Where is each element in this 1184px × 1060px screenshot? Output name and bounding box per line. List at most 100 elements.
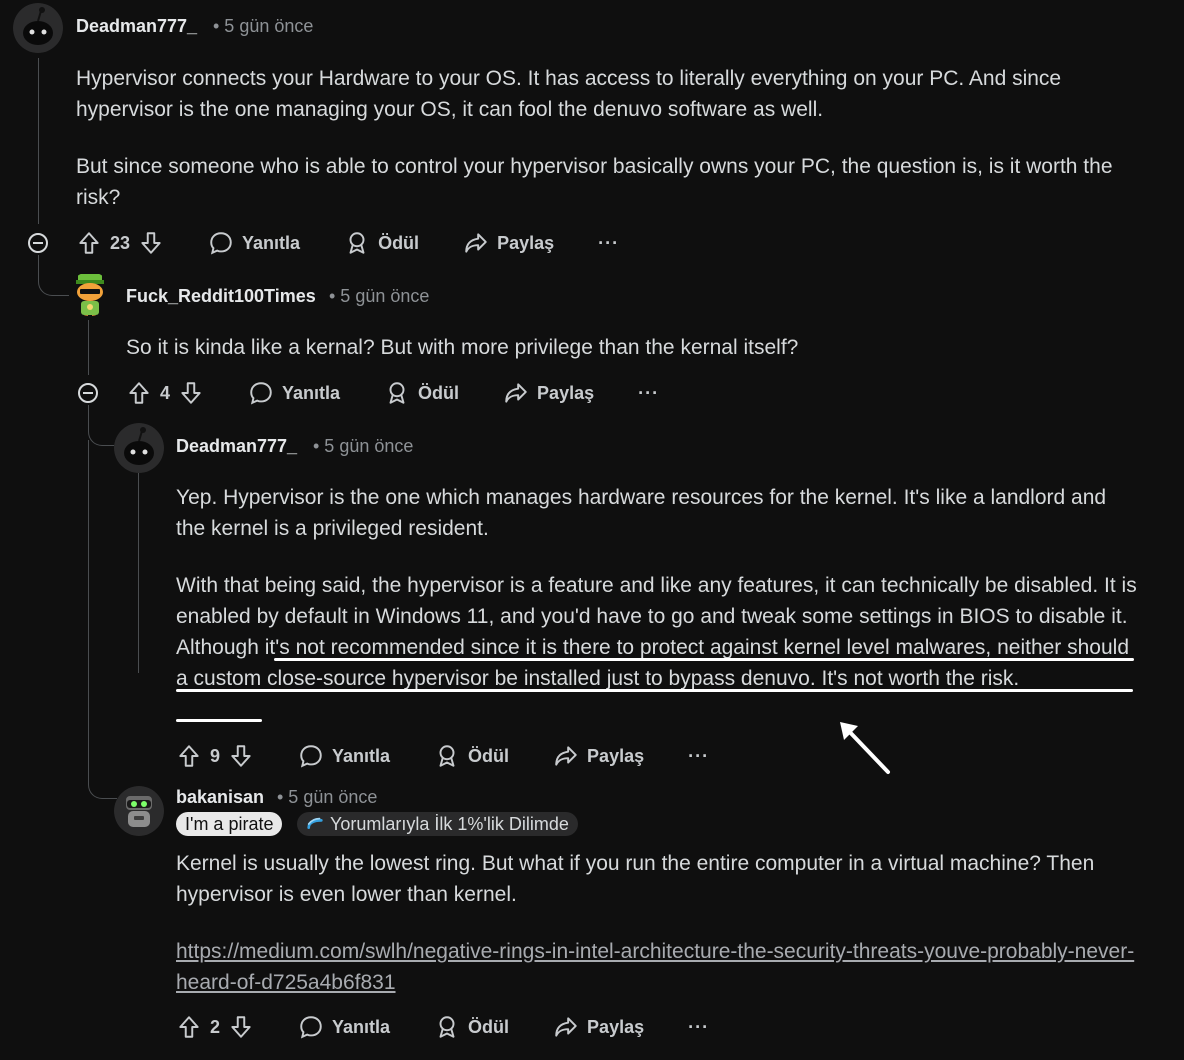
reply-icon bbox=[300, 1016, 322, 1039]
more-options-button[interactable]: ··· bbox=[638, 383, 659, 404]
thread-elbow-3 bbox=[88, 440, 117, 799]
comment-paragraph: Yep. Hypervisor is the one which manages… bbox=[176, 486, 1107, 540]
award-icon bbox=[389, 382, 405, 404]
username[interactable]: Deadman777_ bbox=[176, 436, 297, 457]
timestamp: • 5 gün önce bbox=[329, 286, 430, 306]
snoo-avatar-icon bbox=[76, 274, 104, 316]
comment-paragraph: Hypervisor connects your Hardware to you… bbox=[76, 67, 1062, 121]
achievement-badge[interactable]: Yorumlarıyla İlk 1%'lik Dilimde bbox=[297, 812, 578, 836]
robot-avatar-icon bbox=[114, 786, 164, 836]
reply-icon bbox=[300, 745, 322, 768]
timestamp: • 5 gün önce bbox=[277, 787, 378, 807]
reply-label: Yanıtla bbox=[282, 382, 341, 403]
upvote-icon[interactable] bbox=[176, 743, 202, 769]
snoo-avatar-icon bbox=[13, 3, 63, 53]
award-button[interactable]: Ödül bbox=[434, 743, 509, 769]
reply-label: Yanıtla bbox=[242, 232, 301, 253]
reply-label: Yanıtla bbox=[332, 1016, 391, 1037]
comment-paragraph: So it is kinda like a kernal? But with m… bbox=[126, 336, 799, 359]
share-icon bbox=[555, 746, 577, 766]
award-button[interactable]: Ödül bbox=[384, 380, 459, 406]
avatar[interactable] bbox=[13, 3, 63, 53]
share-label: Paylaş bbox=[587, 745, 645, 766]
vote-count: 2 bbox=[210, 1016, 221, 1037]
user-flair: I'm a pirate bbox=[176, 812, 283, 836]
achievement-label: Yorumlarıyla İlk 1%'lik Dilimde bbox=[330, 814, 569, 834]
more-options-button[interactable]: ··· bbox=[688, 746, 709, 767]
avatar[interactable] bbox=[68, 272, 112, 316]
comment-actions: 4 Yanıtla Ödül Paylaş ··· bbox=[126, 377, 659, 409]
vote-count: 9 bbox=[210, 745, 221, 766]
award-icon bbox=[439, 745, 455, 767]
award-icon bbox=[349, 232, 365, 254]
avatar[interactable] bbox=[114, 786, 164, 836]
username[interactable]: Deadman777_ bbox=[76, 16, 197, 37]
avatar[interactable] bbox=[114, 423, 164, 473]
annotation-underline bbox=[176, 689, 1133, 692]
comment-paragraph: https://medium.com/swlh/negative-rings-i… bbox=[176, 936, 1141, 998]
downvote-icon[interactable] bbox=[178, 380, 204, 406]
timestamp: • 5 gün önce bbox=[213, 16, 314, 36]
comment-body: Kernel is usually the lowest ring. But w… bbox=[176, 848, 1141, 998]
award-label: Ödül bbox=[418, 382, 460, 403]
thread-line-2 bbox=[88, 320, 89, 375]
award-label: Ödül bbox=[468, 745, 510, 766]
thread-line-3 bbox=[138, 473, 139, 673]
share-icon bbox=[505, 383, 527, 403]
collapse-thread-button[interactable] bbox=[28, 233, 48, 253]
downvote-icon[interactable] bbox=[138, 230, 164, 256]
share-icon bbox=[555, 1017, 577, 1037]
share-icon bbox=[465, 233, 487, 253]
share-button[interactable]: Paylaş bbox=[553, 1014, 644, 1040]
comment-paragraph: But since someone who is able to control… bbox=[76, 155, 1113, 209]
thread-line-1 bbox=[38, 58, 39, 224]
more-options-button[interactable]: ··· bbox=[598, 233, 619, 254]
share-label: Paylaş bbox=[497, 232, 555, 253]
annotation-underline bbox=[176, 719, 262, 722]
award-icon bbox=[439, 1016, 455, 1038]
vote-group: 2 bbox=[176, 1014, 254, 1040]
reply-label: Yanıtla bbox=[332, 745, 391, 766]
comment-actions: 2 Yanıtla Ödül Paylaş ··· bbox=[176, 1011, 709, 1043]
reply-button[interactable]: Yanıtla bbox=[248, 380, 340, 406]
upvote-icon[interactable] bbox=[176, 1014, 202, 1040]
comment-paragraph: Kernel is usually the lowest ring. But w… bbox=[176, 852, 1095, 906]
username[interactable]: bakanisan bbox=[176, 787, 264, 808]
award-label: Ödül bbox=[468, 1016, 510, 1037]
more-options-button[interactable]: ··· bbox=[688, 1017, 709, 1038]
username[interactable]: Fuck_Reddit100Times bbox=[126, 286, 316, 307]
collapse-thread-button[interactable] bbox=[78, 383, 98, 403]
reply-icon bbox=[250, 382, 272, 405]
annotation-arrow-icon bbox=[840, 722, 890, 774]
comment-paragraph: With that being said, the hypervisor is … bbox=[176, 574, 1137, 690]
comment-body: Yep. Hypervisor is the one which manages… bbox=[176, 482, 1141, 694]
reply-icon bbox=[210, 232, 232, 255]
reply-button[interactable]: Yanıtla bbox=[298, 1014, 390, 1040]
reply-button[interactable]: Yanıtla bbox=[208, 230, 300, 256]
share-label: Paylaş bbox=[537, 382, 595, 403]
thread-elbow-1 bbox=[38, 255, 69, 296]
downvote-icon[interactable] bbox=[228, 743, 254, 769]
reply-button[interactable]: Yanıtla bbox=[298, 743, 390, 769]
comment-actions: 9 Yanıtla Ödül Paylaş ··· bbox=[176, 740, 709, 772]
achievement-icon bbox=[307, 817, 323, 829]
share-button[interactable]: Paylaş bbox=[553, 743, 644, 769]
award-button[interactable]: Ödül bbox=[434, 1014, 509, 1040]
annotation-underline bbox=[274, 658, 1134, 661]
comment-body: Hypervisor connects your Hardware to you… bbox=[76, 63, 1136, 213]
vote-count: 4 bbox=[160, 382, 171, 403]
share-button[interactable]: Paylaş bbox=[463, 230, 554, 256]
vote-group: 9 bbox=[176, 743, 254, 769]
upvote-icon[interactable] bbox=[76, 230, 102, 256]
share-button[interactable]: Paylaş bbox=[503, 380, 594, 406]
downvote-icon[interactable] bbox=[228, 1014, 254, 1040]
article-link[interactable]: https://medium.com/swlh/negative-rings-i… bbox=[176, 940, 1134, 994]
vote-group: 4 bbox=[126, 380, 204, 406]
comment-actions: 23 Yanıtla Ödül Paylaş ··· bbox=[76, 227, 619, 259]
upvote-icon[interactable] bbox=[126, 380, 152, 406]
snoo-avatar-icon bbox=[114, 423, 164, 473]
vote-count: 23 bbox=[110, 232, 131, 253]
vote-group: 23 bbox=[76, 230, 164, 256]
comment-body: So it is kinda like a kernal? But with m… bbox=[126, 332, 1136, 363]
award-button[interactable]: Ödül bbox=[344, 230, 419, 256]
